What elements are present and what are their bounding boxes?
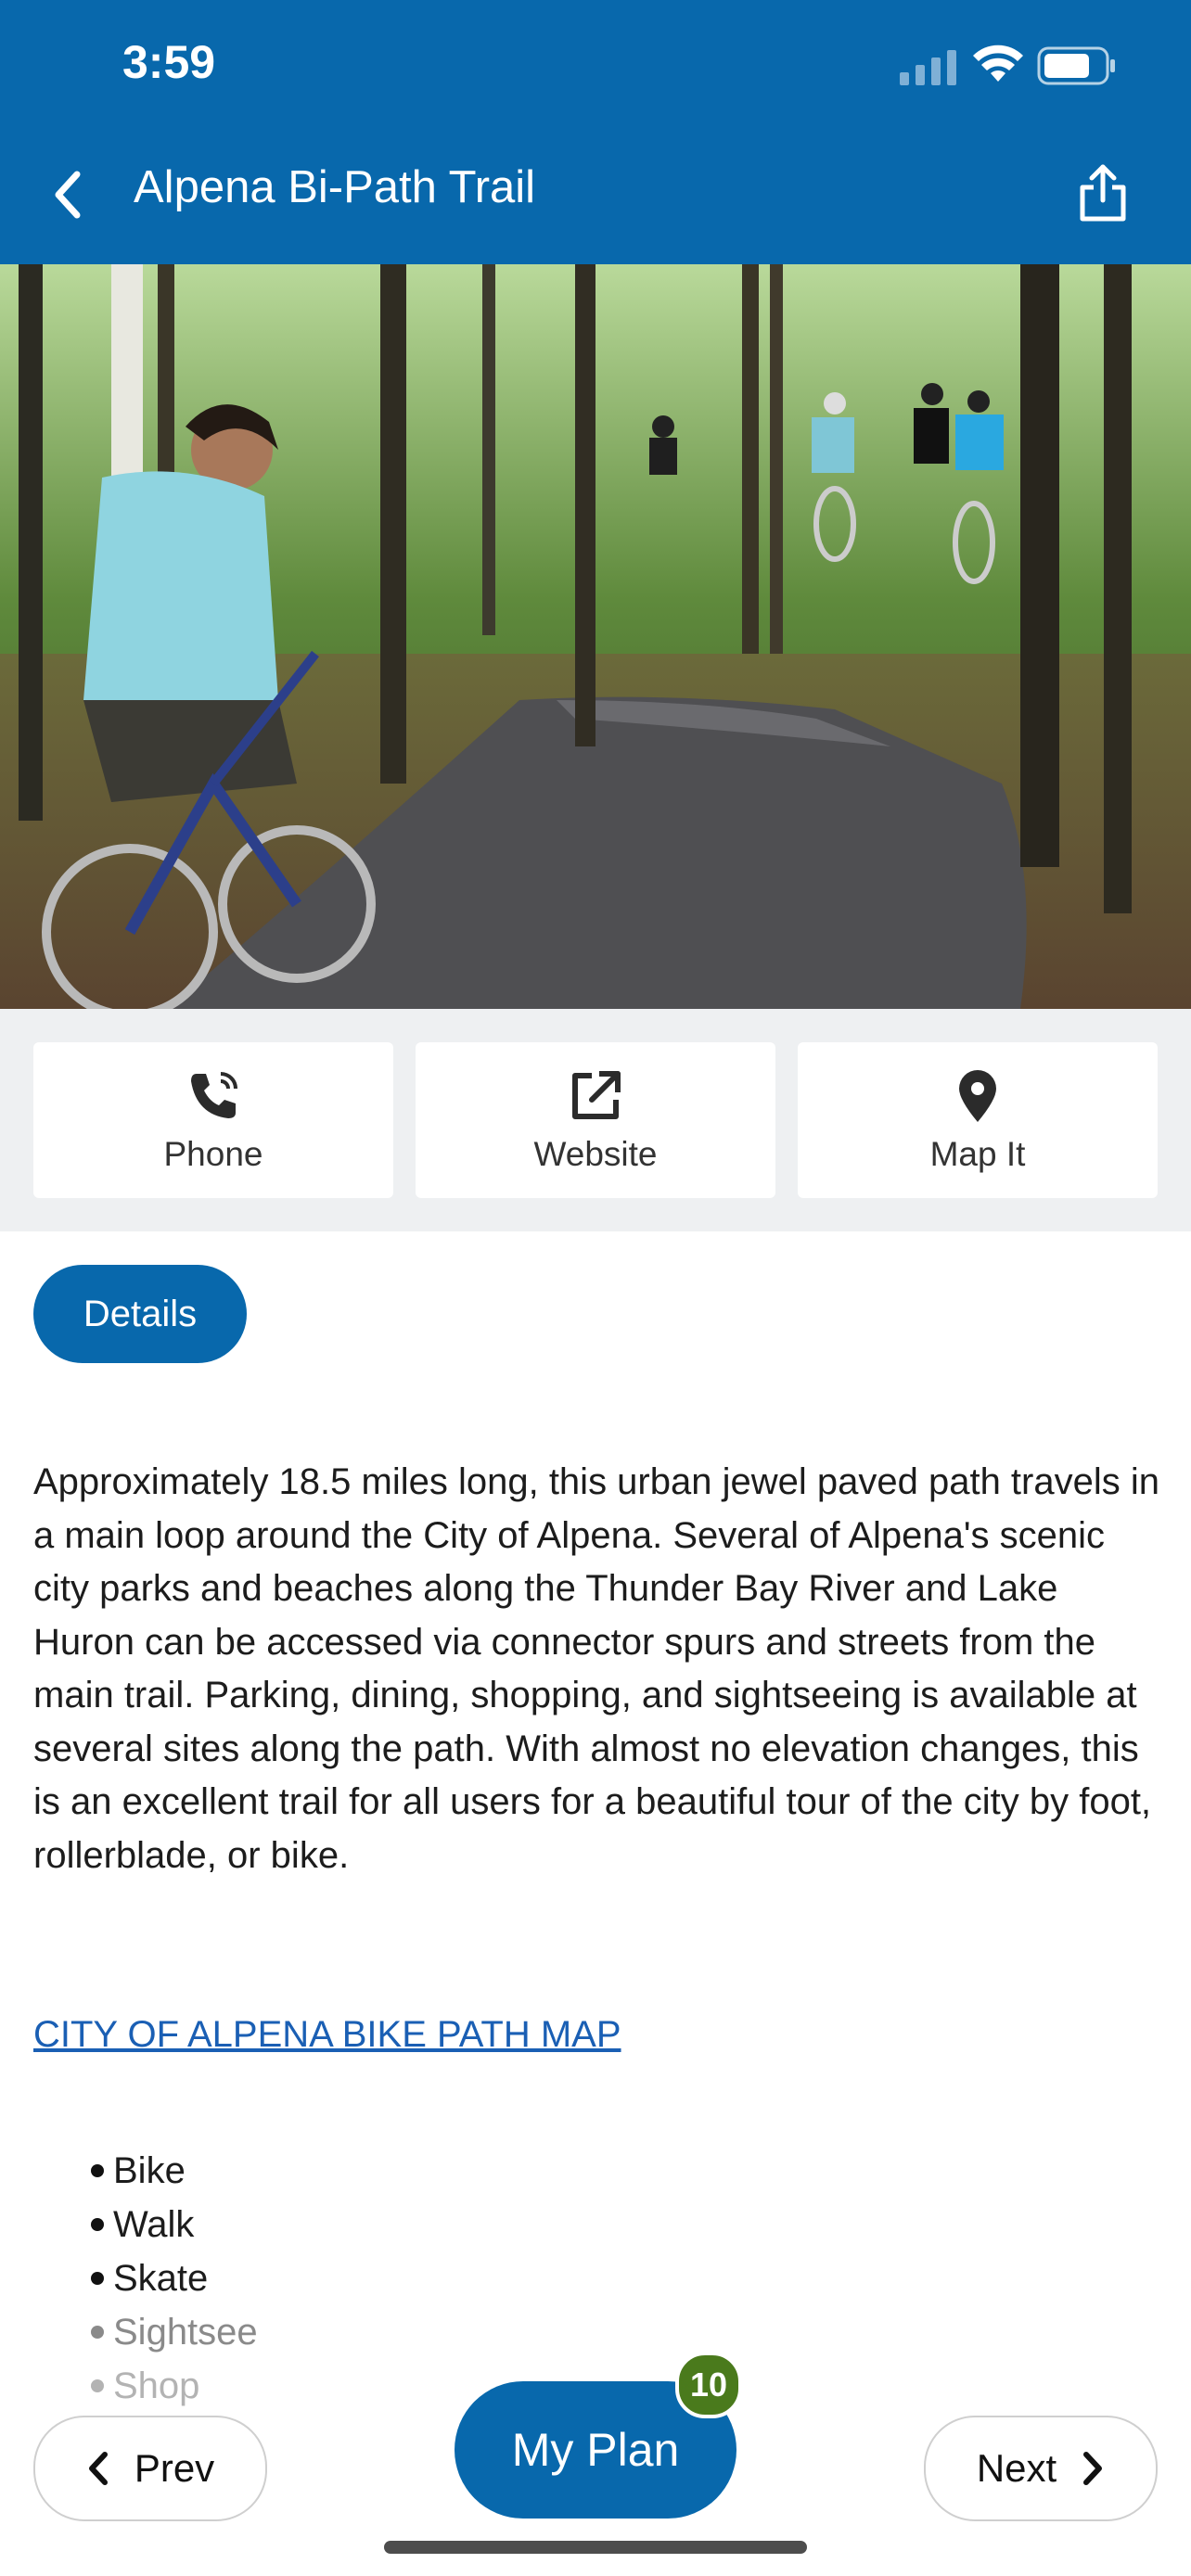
back-button[interactable] <box>41 158 93 232</box>
cellular-signal-icon <box>900 50 956 85</box>
share-icon <box>1080 164 1126 222</box>
list-item: Skate <box>91 2251 258 2305</box>
list-item: Bike <box>91 2144 258 2198</box>
trail-photo <box>0 264 1191 1009</box>
external-link-icon <box>572 1071 621 1119</box>
chevron-left-icon <box>55 171 81 219</box>
bullet-icon <box>91 2326 104 2339</box>
bike-path-map-link[interactable]: CITY OF ALPENA BIKE PATH MAP <box>33 2014 621 2056</box>
list-item: Walk <box>91 2198 258 2251</box>
share-button[interactable] <box>1070 154 1135 232</box>
next-label: Next <box>976 2446 1057 2490</box>
prev-label: Prev <box>134 2446 215 2490</box>
actions-bar: Phone Website Map It <box>0 1009 1191 1231</box>
description-text: Approximately 18.5 miles long, this urba… <box>33 1461 1159 1876</box>
map-it-label: Map It <box>929 1135 1026 1173</box>
website-label: Website <box>533 1135 658 1173</box>
chevron-right-icon <box>1083 2452 1103 2485</box>
prev-button[interactable]: Prev <box>33 2416 267 2521</box>
wifi-icon <box>973 45 1023 82</box>
phone-icon <box>191 1072 237 1118</box>
list-item: Sightsee <box>91 2305 258 2359</box>
phone-label: Phone <box>163 1135 263 1173</box>
navigation-bar: Alpena Bi-Path Trail <box>0 130 1191 264</box>
status-bar: 3:59 <box>0 0 1191 130</box>
battery-icon <box>1037 46 1115 85</box>
bullet-icon <box>91 2218 104 2231</box>
list-item: Shop <box>91 2359 258 2413</box>
plan-count-badge: 10 <box>675 2352 742 2418</box>
website-button[interactable]: Website <box>416 1042 775 1198</box>
map-pin-icon <box>959 1070 996 1122</box>
bullet-icon <box>91 2379 104 2392</box>
phone-button[interactable]: Phone <box>33 1042 393 1198</box>
next-button[interactable]: Next <box>924 2416 1158 2521</box>
bullet-icon <box>91 2272 104 2285</box>
map-it-button[interactable]: Map It <box>798 1042 1158 1198</box>
bullet-icon <box>91 2164 104 2177</box>
activities-list: Bike Walk Skate Sightsee Shop <box>91 2144 258 2413</box>
chevron-left-icon <box>88 2452 108 2485</box>
page-title: Alpena Bi-Path Trail <box>134 162 536 212</box>
tab-details[interactable]: Details <box>33 1265 247 1363</box>
status-time: 3:59 <box>122 36 216 88</box>
home-indicator <box>384 2541 807 2554</box>
